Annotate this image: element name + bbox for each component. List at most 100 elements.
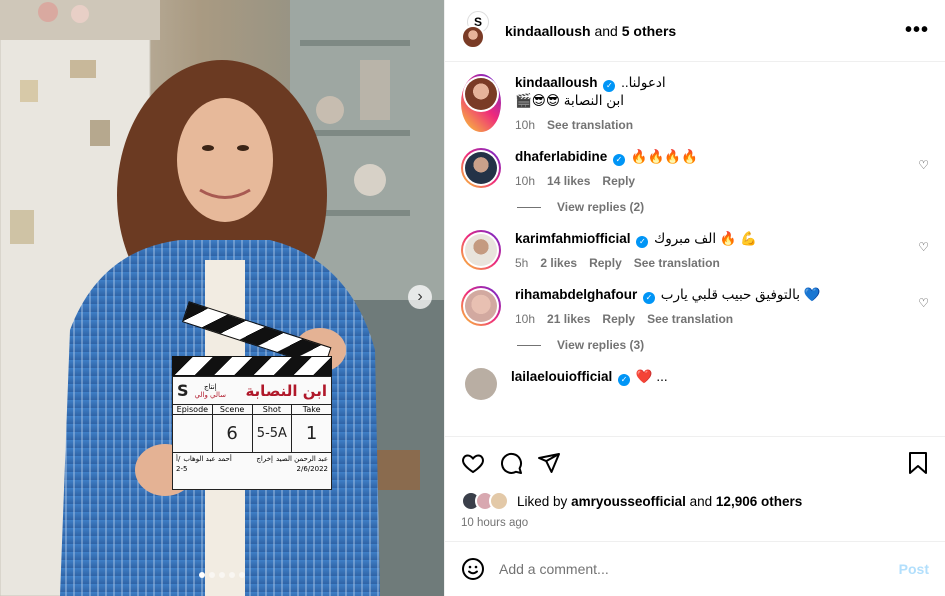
comments-list[interactable]: kindaalloush ✓ ادعولنا.. ابن النصابة 😎😎🎬… — [445, 62, 945, 436]
comment-like-heart-icon[interactable]: ♡ — [918, 296, 929, 310]
comment-username[interactable]: lailaelouiofficial — [511, 369, 612, 384]
see-translation-link[interactable]: See translation — [547, 118, 633, 132]
clapper-director-label: إخراج — [256, 455, 273, 463]
clapper-value-take: 1 — [305, 423, 318, 444]
clapper-header-episode: Episode — [173, 405, 213, 414]
verified-badge-icon: ✓ — [643, 292, 656, 304]
post-photo[interactable]: S إنتاج سالي والي ابن النصابة Episode Sc… — [0, 0, 444, 596]
header-joiner: and — [594, 22, 618, 39]
clapper-dop-label: أ/ — [176, 455, 181, 463]
view-replies-button[interactable]: View replies (3) — [517, 338, 929, 352]
carousel-next-button[interactable]: › — [408, 285, 432, 309]
header-username[interactable]: kindaalloush — [505, 23, 591, 39]
comment-like-heart-icon[interactable]: ♡ — [918, 240, 929, 254]
comment-username[interactable]: dhaferlabidine — [515, 149, 607, 164]
add-comment-bar: Post — [445, 541, 945, 596]
carousel-dot[interactable] — [229, 572, 235, 578]
clapper-dop: أحمد عبد الوهاب — [183, 455, 232, 463]
view-replies-label: View replies (3) — [557, 338, 645, 352]
header-names: kindaalloush and 5 others — [505, 23, 676, 39]
clapper-title: ابن النصابة — [245, 381, 327, 400]
clapper-value-episode — [173, 415, 213, 452]
comment-item: dhaferlabidine ✓ 🔥🔥🔥🔥 10h 14 likes Reply… — [461, 148, 929, 188]
comment-username[interactable]: karimfahmiofficial — [515, 231, 631, 246]
verified-badge-icon: ✓ — [636, 236, 649, 248]
verified-badge-icon: ✓ — [613, 154, 626, 166]
reply-button[interactable]: Reply — [602, 312, 635, 326]
heart-outline-icon[interactable] — [461, 451, 485, 475]
clapper-value-scene: 6 — [213, 415, 253, 452]
clapper-director: عبد الرحمن الصيد — [276, 455, 328, 463]
liked-by-user[interactable]: amryousseofficial — [571, 494, 686, 509]
clapper-producer-label: إنتاج — [203, 382, 217, 391]
clapper-roll: 2-5 — [176, 465, 188, 473]
post-photo-image — [0, 0, 444, 596]
clapper-producer: سالي والي — [194, 390, 227, 399]
avatar — [465, 78, 497, 110]
comment-item: rihamabdelghafour ✓ بالتوفيق حبيب قلبي ي… — [461, 286, 929, 326]
comment-text: ❤️ ... — [635, 369, 668, 384]
caption-avatar-ring[interactable] — [461, 74, 501, 132]
view-replies-button[interactable]: View replies (2) — [517, 200, 929, 214]
clapper-date: 2/6/2022 — [296, 465, 328, 473]
likes-summary: Liked by amryousseofficial and 12,906 ot… — [461, 491, 929, 511]
post-time-ago[interactable]: 10 hours ago — [461, 517, 929, 529]
comment-text: بالتوفيق حبيب قلبي يارب 💙 — [660, 287, 821, 302]
post-comment-button[interactable]: Post — [899, 561, 929, 577]
comment-icon[interactable] — [499, 451, 523, 475]
verified-badge-icon: ✓ — [618, 374, 631, 386]
reply-button[interactable]: Reply — [589, 256, 622, 270]
avatar[interactable] — [465, 290, 497, 322]
liked-by-joiner: and — [689, 493, 713, 509]
clapper-header-scene: Scene — [213, 405, 253, 414]
author-avatar — [461, 24, 485, 49]
chevron-right-icon: › — [417, 288, 423, 305]
carousel-dots — [0, 572, 444, 578]
clapper-header-shot: Shot — [253, 405, 293, 414]
carousel-dot[interactable] — [219, 572, 225, 578]
post-actions: Liked by amryousseofficial and 12,906 ot… — [445, 436, 945, 529]
verified-badge-icon: ✓ — [603, 80, 616, 92]
comment-username[interactable]: kindaalloush — [515, 75, 598, 90]
carousel-dot[interactable] — [239, 572, 245, 578]
comment-username[interactable]: rihamabdelghafour — [515, 287, 637, 302]
avatar[interactable] — [465, 234, 497, 266]
more-horizontal-icon[interactable]: ••• — [905, 19, 929, 42]
comment-likes[interactable]: 21 likes — [547, 312, 590, 326]
comment-time: 10h — [515, 174, 536, 188]
post-side-panel: S kindaalloush and 5 others ••• kindaall… — [444, 0, 945, 596]
comment-text: الف مبروك 🔥 💪 — [654, 231, 758, 246]
clapperboard: S إنتاج سالي والي ابن النصابة Episode Sc… — [172, 300, 332, 490]
paper-plane-icon[interactable] — [537, 451, 561, 475]
comment-item: lailaelouiofficial ✓ ❤️ ... — [461, 368, 929, 400]
emoji-smiley-icon[interactable] — [461, 557, 485, 581]
bookmark-icon[interactable] — [907, 451, 929, 475]
avatar[interactable] — [465, 368, 497, 400]
comment-likes[interactable]: 2 likes — [540, 256, 577, 270]
avatar — [489, 491, 509, 511]
liked-by-prefix: Liked by — [517, 493, 568, 509]
comment-time: 5h — [515, 256, 529, 270]
avatar[interactable] — [465, 152, 497, 184]
view-replies-label: View replies (2) — [557, 200, 645, 214]
carousel-dot[interactable] — [199, 572, 205, 578]
header-others[interactable]: 5 others — [622, 23, 676, 39]
liked-by-count[interactable]: 12,906 others — [716, 494, 802, 509]
see-translation-link[interactable]: See translation — [634, 256, 720, 270]
carousel-dot[interactable] — [209, 572, 215, 578]
caption-text-line2: ابن النصابة 😎😎🎬 — [515, 93, 624, 108]
comment-likes[interactable]: 14 likes — [547, 174, 590, 188]
caption: kindaalloush ✓ ادعولنا.. ابن النصابة 😎😎🎬… — [461, 74, 929, 132]
comment-time: 10h — [515, 118, 536, 132]
divider — [517, 344, 541, 346]
see-translation-link[interactable]: See translation — [647, 312, 733, 326]
reply-button[interactable]: Reply — [602, 174, 635, 188]
comment-time: 10h — [515, 312, 536, 326]
comment-like-heart-icon[interactable]: ♡ — [918, 158, 929, 172]
add-comment-input[interactable] — [499, 561, 899, 577]
liker-avatars[interactable] — [461, 491, 509, 511]
header-avatars[interactable]: S — [461, 10, 493, 51]
clapper-header-take: Take — [302, 405, 321, 414]
caption-text-line1: ادعولنا.. — [621, 75, 666, 90]
divider — [517, 206, 541, 208]
